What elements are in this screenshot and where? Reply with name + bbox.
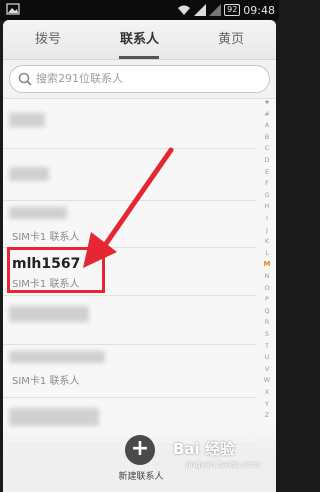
index-letter-z[interactable]: Z: [259, 411, 275, 419]
baidu-watermark: Bai 经验: [173, 440, 235, 458]
pointer-arrow: [83, 147, 174, 268]
index-letter-u[interactable]: U: [259, 353, 275, 361]
baidu-watermark-url: jingyan.baidu.com: [186, 460, 260, 469]
contacts-app: 拨号 联系人 黄页 SIM卡1 联系人 m: [3, 20, 276, 492]
add-contact-label: 新建联系人: [118, 472, 164, 482]
status-bar: 92 09:48: [0, 0, 279, 20]
index-letter-t[interactable]: T: [259, 342, 275, 350]
clock: 09:48: [243, 3, 275, 17]
index-letter-v[interactable]: V: [259, 365, 275, 373]
plus-icon: +: [130, 436, 150, 461]
add-contact-button[interactable]: +: [125, 435, 155, 465]
contact-row[interactable]: SIM卡1 联系人: [3, 345, 256, 398]
blurred-name: [9, 351, 105, 363]
wifi-icon: [178, 5, 191, 15]
index-letter-s[interactable]: S: [259, 330, 275, 338]
index-letter-y[interactable]: Y: [259, 400, 275, 408]
blurred-name: [9, 408, 99, 426]
gallery-notification-icon: [6, 3, 20, 15]
contact-sub: SIM卡1 联系人: [12, 376, 80, 387]
signal-2-icon: [209, 4, 222, 16]
index-letter-w[interactable]: W: [259, 376, 275, 384]
index-letter-x[interactable]: X: [259, 388, 275, 396]
battery-level: 92: [224, 4, 241, 16]
signal-icon: [194, 4, 207, 16]
